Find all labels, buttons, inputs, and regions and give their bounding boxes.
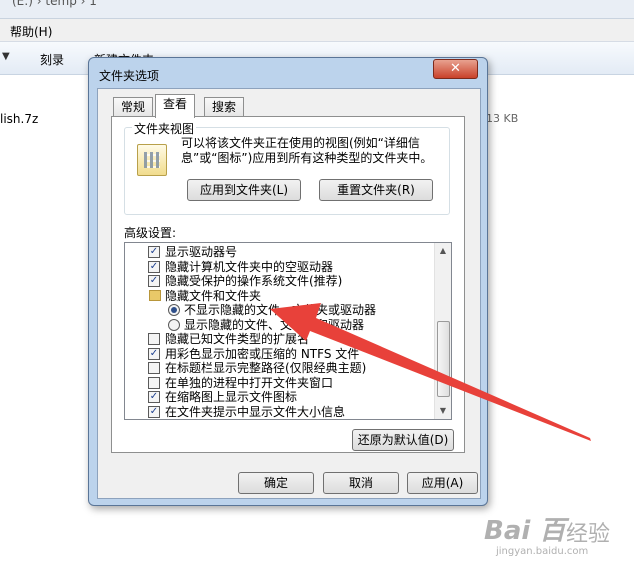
chevron-down-icon[interactable]: ▼ xyxy=(2,51,10,62)
setting-label: 隐藏受保护的操作系统文件(推荐) xyxy=(165,274,343,288)
setting-checkbox[interactable]: ✓ xyxy=(148,260,160,273)
setting-label: 不显示隐藏的文件、文件夹或驱动器 xyxy=(184,303,377,317)
setting-label: 在单独的进程中打开文件夹窗口 xyxy=(165,375,334,390)
folder-views-group: 文件夹视图 可以将该文件夹正在使用的视图(例如“详细信息”或“图标”)应用到所有… xyxy=(124,120,450,215)
setting-checkbox[interactable] xyxy=(148,333,160,345)
file-size: 13 KB xyxy=(486,112,519,125)
setting-label: 在标题栏显示完整路径(仅限经典主题) xyxy=(165,361,367,375)
setting-label: 在预览窗格中显示预览句柄 xyxy=(165,419,309,420)
setting-checkbox[interactable]: ✓ xyxy=(148,275,160,287)
watermark-url: jingyan.baidu.com xyxy=(496,546,589,557)
cancel-button[interactable]: 取消 xyxy=(323,472,399,494)
address-text: (E:) › temp › 1 xyxy=(12,0,97,8)
setting-label: 用彩色显示加密或压缩的 NTFS 文件 xyxy=(165,346,360,361)
folder-options-dialog: 文件夹选项 ✕ 常规 查看 搜索 文件夹视图 可以将该文件夹正在使用的视图(例如… xyxy=(88,57,488,506)
scroll-up-icon[interactable]: ▲ xyxy=(435,243,451,259)
folder-icon xyxy=(149,289,161,301)
scroll-down-icon[interactable]: ▼ xyxy=(435,403,451,419)
address-bar[interactable]: (E:) › temp › 1 xyxy=(0,0,634,19)
settings-scrollbar[interactable]: ▲ ▼ xyxy=(434,243,451,419)
menu-bar: 帮助(H) xyxy=(0,19,634,42)
folder-view-icon xyxy=(137,144,167,176)
burn-button[interactable]: 刻录 xyxy=(40,51,64,68)
watermark: Bai 百 经验 jingyan.baidu.com xyxy=(478,506,628,562)
setting-checkbox[interactable] xyxy=(148,376,160,389)
scroll-thumb[interactable] xyxy=(437,321,450,397)
view-tab-panel: 文件夹视图 可以将该文件夹正在使用的视图(例如“详细信息”或“图标”)应用到所有… xyxy=(111,116,465,453)
close-button[interactable]: ✕ xyxy=(433,59,478,79)
restore-defaults-button[interactable]: 还原为默认值(D) xyxy=(352,429,454,451)
setting-label: 显示隐藏的文件、文件夹和驱动器 xyxy=(184,317,365,332)
advanced-settings-list[interactable]: ✓ 显示驱动器号 ✓ 隐藏计算机文件夹中的空驱动器 ✓ 隐藏受保护的操作系统文件(推荐) 隐… xyxy=(124,242,452,420)
folder-views-title: 文件夹视图 xyxy=(132,120,197,137)
reset-folders-button[interactable]: 重置文件夹(R) xyxy=(319,179,433,201)
setting-radio[interactable] xyxy=(168,304,180,316)
watermark-logo: Bai 百 xyxy=(484,516,566,546)
ok-button[interactable]: 确定 xyxy=(238,472,314,494)
setting-label: 在文件夹提示中显示文件大小信息 xyxy=(165,404,346,419)
setting-checkbox[interactable]: ✓ xyxy=(148,246,160,258)
menu-help[interactable]: 帮助(H) xyxy=(10,23,52,40)
tab-general[interactable]: 常规 xyxy=(113,97,154,117)
setting-radio[interactable] xyxy=(168,318,180,331)
setting-checkbox[interactable]: ✓ xyxy=(148,347,160,360)
setting-checkbox[interactable]: ✓ xyxy=(148,391,160,403)
tab-search[interactable]: 搜索 xyxy=(204,97,245,117)
setting-label: 隐藏已知文件类型的扩展名 xyxy=(165,332,310,346)
setting-label: 在缩略图上显示文件图标 xyxy=(165,390,298,404)
close-icon: ✕ xyxy=(450,61,461,76)
folder-views-description: 可以将该文件夹正在使用的视图(例如“详细信息”或“图标”)应用到所有这种类型的文… xyxy=(181,136,433,165)
setting-label: 显示驱动器号 xyxy=(165,245,238,259)
dialog-title: 文件夹选项 xyxy=(99,69,160,83)
setting-checkbox[interactable]: ✓ xyxy=(148,405,160,418)
tab-view[interactable]: 查看 xyxy=(155,94,196,118)
watermark-text: 经验 xyxy=(566,522,611,547)
advanced-settings-label: 高级设置: xyxy=(124,226,177,240)
apply-button[interactable]: 应用(A) xyxy=(407,472,478,494)
dialog-client: 常规 查看 搜索 文件夹视图 可以将该文件夹正在使用的视图(例如“详细信息”或“… xyxy=(97,88,481,499)
setting-label: 隐藏文件和文件夹 xyxy=(165,288,262,303)
setting-label: 隐藏计算机文件夹中的空驱动器 xyxy=(165,259,334,274)
setting-checkbox[interactable] xyxy=(148,362,160,374)
file-name[interactable]: lish.7z xyxy=(0,112,38,126)
apply-to-folders-button[interactable]: 应用到文件夹(L) xyxy=(187,179,301,201)
